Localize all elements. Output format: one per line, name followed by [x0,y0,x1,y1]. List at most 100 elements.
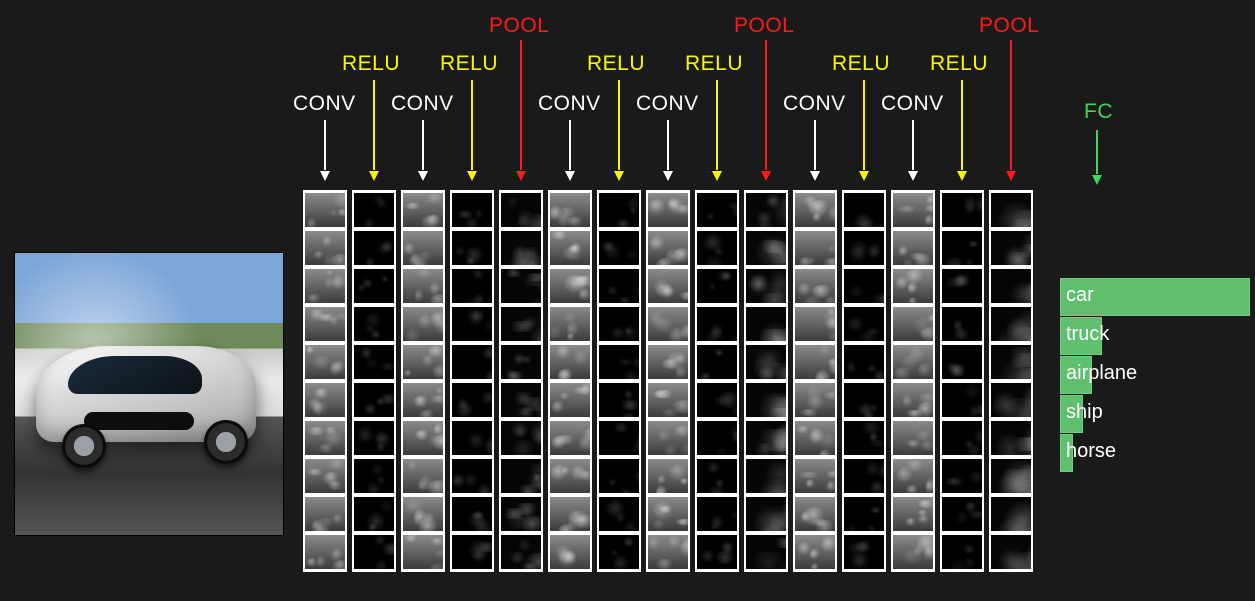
car-wheel-rear [62,424,106,468]
activation-tile [452,231,492,265]
conv-label: CONV [881,92,944,116]
activation-tile [403,307,443,341]
activation-tile [305,535,345,569]
relu-label: RELU [440,52,498,76]
activation-tile [648,421,688,455]
activation-tile [648,383,688,417]
activation-tile [599,459,639,493]
activation-tile [697,307,737,341]
activation-tile [550,269,590,303]
activation-tile [746,345,786,379]
arrow-conv [569,120,571,180]
activation-tile [550,535,590,569]
arrow-relu [618,80,620,180]
activation-tile [501,383,541,417]
activation-tile [844,231,884,265]
activation-tile [893,345,933,379]
activation-tile [942,459,982,493]
activation-tile [893,459,933,493]
activation-tile [403,421,443,455]
activation-tile [893,307,933,341]
activation-tile [746,193,786,227]
activation-column-relu [450,190,494,572]
activation-tile [599,193,639,227]
activation-tile [697,383,737,417]
activation-tile [746,421,786,455]
activation-tile [452,269,492,303]
activation-tile [746,383,786,417]
car-glass-shape [68,356,202,394]
fc-bar-row: horse [1060,434,1255,472]
activation-tile [795,307,835,341]
activation-column-conv [548,190,592,572]
activation-tile [501,307,541,341]
activation-tile [795,497,835,531]
relu-label: RELU [685,52,743,76]
fc-bar-label: truck [1066,323,1109,346]
arrow-conv [324,120,326,180]
arrow-fc [1096,130,1098,184]
activation-tile [844,193,884,227]
activation-tile [991,269,1031,303]
activation-tile [844,307,884,341]
activation-tile [697,459,737,493]
fc-bar-label: ship [1066,401,1103,424]
activation-column-relu [597,190,641,572]
activation-tile [697,269,737,303]
arrow-relu [471,80,473,180]
fc-bar-label: car [1066,284,1094,307]
arrow-conv [422,120,424,180]
activation-tile [452,497,492,531]
activation-tile [991,307,1031,341]
activation-tile [403,231,443,265]
activation-tile [354,421,394,455]
relu-label: RELU [587,52,645,76]
fc-bar-row: ship [1060,395,1255,433]
activation-tile [746,231,786,265]
activation-tile [550,307,590,341]
diagram-stage: CONVRELUCONVRELUPOOLCONVRELUCONVRELUPOOL… [0,0,1255,601]
activation-tile [452,535,492,569]
activation-tile [893,193,933,227]
activation-tile [942,497,982,531]
fc-bar-row: car [1060,278,1255,316]
activation-tile [305,307,345,341]
activation-tile [991,383,1031,417]
arrow-conv [912,120,914,180]
arrow-pool [520,40,522,180]
activation-tile [648,231,688,265]
conv-label: CONV [636,92,699,116]
activation-tile [991,345,1031,379]
activation-tile [354,535,394,569]
activation-tile [991,497,1031,531]
activation-tile [942,535,982,569]
activation-tile [942,345,982,379]
activation-column-pool [499,190,543,572]
activation-tile [305,345,345,379]
activation-tile [746,307,786,341]
pool-label: POOL [489,14,549,38]
activation-tile [746,459,786,493]
activation-tile [795,345,835,379]
activation-tile [305,459,345,493]
activation-tile [746,269,786,303]
activation-tile [403,345,443,379]
activation-tile [942,307,982,341]
arrow-relu [961,80,963,180]
activation-tile [501,345,541,379]
activation-column-conv [891,190,935,572]
activation-tile [354,307,394,341]
activation-tile [697,193,737,227]
fc-output-chart: car truck airplane ship horse [1060,278,1255,473]
activation-tile [403,193,443,227]
activation-tile [550,497,590,531]
activation-tile [501,421,541,455]
activation-tile [550,421,590,455]
activation-tile [648,193,688,227]
relu-label: RELU [342,52,400,76]
fc-bar-row: airplane [1060,356,1255,394]
activation-tile [354,345,394,379]
activation-tile [599,535,639,569]
activation-tile [795,421,835,455]
activation-tile [452,383,492,417]
